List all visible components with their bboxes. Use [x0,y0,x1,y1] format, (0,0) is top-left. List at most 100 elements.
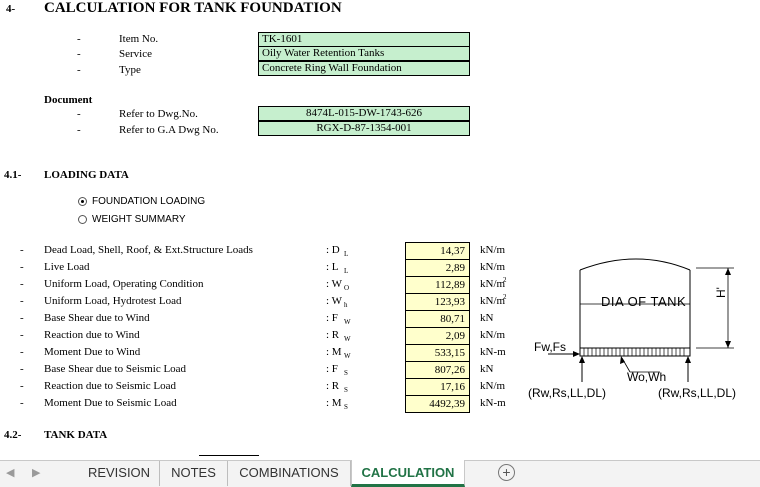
load-row-unit-superscript: 2 [503,293,507,301]
load-row-unit: kN [480,363,494,375]
load-row-dash: - [20,312,24,324]
load-row-unit: kN/m [480,278,506,290]
load-row-value-cell[interactable]: 2,09 [405,327,470,345]
ga-dwg-no-cell[interactable]: RGX-D-87-1354-001 [258,121,470,136]
load-row-symbol-subscript: O [344,284,350,292]
load-row-symbol: : R [326,329,340,341]
tab-calculation[interactable]: CALCULATION [351,460,465,487]
load-row-unit: kN [480,312,494,324]
weight-summary-label[interactable]: WEIGHT SUMMARY [92,214,186,225]
load-row-label: Base Shear due to Wind [44,312,150,324]
info-dash: - [77,64,81,76]
doc-dash: - [77,124,81,136]
load-row-unit-superscript: 2 [503,276,507,284]
weight-label: Wo,Wh [627,370,667,384]
load-row-symbol-subscript: S [344,403,348,411]
load-row-symbol: : D [326,244,340,256]
load-row-value-cell[interactable]: 2,89 [405,259,470,277]
load-row-symbol: : F [326,312,338,324]
doc-dash: - [77,108,81,120]
load-row-dash: - [20,329,24,341]
load-row-symbol-subscript: W [344,318,351,326]
load-row-label: Reaction due to Seismic Load [44,380,176,392]
load-row-dash: - [20,261,24,273]
load-row-label: Live Load [44,261,90,273]
tank-base [579,347,691,357]
load-row-symbol: : W [326,295,342,307]
document-heading: Document [44,94,93,106]
section-number: 4- [6,3,16,15]
info-dash: - [77,48,81,60]
reaction-label-left: (Rw,Rs,LL,DL) [528,386,607,400]
tab-combinations[interactable]: COMBINATIONS [228,461,351,486]
scroll-left-icon[interactable]: ◀ [6,466,14,479]
load-row-dash: - [20,295,24,307]
sheet-tab-bar: ◀ ▶ REVISION NOTES COMBINATIONS CALCULAT… [0,460,760,487]
load-row-unit: kN/m [480,244,506,256]
height-label: H' [714,287,728,298]
load-row-value-cell[interactable]: 533,15 [405,344,470,362]
load-row-value-cell[interactable]: 14,37 [405,242,470,260]
load-row-label: Moment Due to Wind [44,346,141,358]
load-row-unit: kN/m [480,261,506,273]
item-no-cell[interactable]: TK-1601 [258,32,470,47]
load-row-dash: - [20,363,24,375]
dwg-no-label: Refer to Dwg.No. [119,108,198,120]
load-row-symbol: : R [326,380,340,392]
load-row-symbol: : L [326,261,339,273]
load-row-value-cell[interactable]: 807,26 [405,361,470,379]
load-row-dash: - [20,346,24,358]
load-row-unit: kN/m [480,380,506,392]
load-row-unit: kN-m [480,397,506,409]
load-row-symbol: : W [326,278,342,290]
load-row-symbol-subscript: L [344,267,349,275]
tab-revision[interactable]: REVISION [79,461,160,486]
load-row-symbol-subscript: h [344,301,348,309]
type-label: Type [119,64,141,76]
type-cell[interactable]: Concrete Ring Wall Foundation [258,61,470,76]
weight-summary-radio[interactable] [78,215,87,224]
tank-section-number: 4.2- [4,429,22,441]
load-row-dash: - [20,278,24,290]
foundation-loading-label[interactable]: FOUNDATION LOADING [92,196,205,207]
load-row-label: Base Shear due to Seismic Load [44,363,187,375]
load-row-value-cell[interactable]: 17,16 [405,378,470,396]
load-row-symbol-subscript: S [344,386,348,394]
dia-of-tank-label: DIA OF TANK [601,294,687,309]
load-row-dash: - [20,397,24,409]
load-row-dash: - [20,244,24,256]
load-row-value-cell[interactable]: 112,89 [405,276,470,294]
loading-heading: LOADING DATA [44,169,129,181]
load-row-value-cell[interactable]: 123,93 [405,293,470,311]
dwg-no-cell[interactable]: 8474L-015-DW-1743-626 [258,106,470,121]
load-row-symbol-subscript: W [344,335,351,343]
tank-diagram [548,258,734,382]
cell-border [199,455,259,456]
load-row-symbol: : F [326,363,338,375]
force-label: Fw,Fs [534,340,566,354]
load-row-unit: kN-m [480,346,506,358]
load-row-label: Reaction due to Wind [44,329,140,341]
ga-dwg-no-label: Refer to G.A Dwg No. [119,124,219,136]
add-sheet-icon[interactable]: + [498,464,515,481]
load-row-symbol-subscript: L [344,250,349,258]
loading-section-number: 4.1- [4,169,22,181]
scroll-right-icon[interactable]: ▶ [32,466,40,479]
load-row-unit: kN/m [480,329,506,341]
tank-roof [579,258,691,271]
item-no-label: Item No. [119,33,159,45]
service-label: Service [119,48,152,60]
tab-notes[interactable]: NOTES [160,461,228,486]
info-dash: - [77,33,81,45]
load-row-label: Dead Load, Shell, Roof, & Ext.Structure … [44,244,253,256]
load-row-value-cell[interactable]: 4492,39 [405,395,470,413]
reaction-label-right: (Rw,Rs,LL,DL) [658,386,737,400]
tank-heading: TANK DATA [44,429,108,441]
service-cell[interactable]: Oily Water Retention Tanks [258,46,470,61]
load-row-label: Uniform Load, Hydrotest Load [44,295,182,307]
load-row-symbol-subscript: W [344,352,351,360]
load-row-value-cell[interactable]: 80,71 [405,310,470,328]
page-title: CALCULATION FOR TANK FOUNDATION [44,0,342,16]
foundation-loading-radio[interactable] [78,197,87,206]
load-row-unit: kN/m [480,295,506,307]
